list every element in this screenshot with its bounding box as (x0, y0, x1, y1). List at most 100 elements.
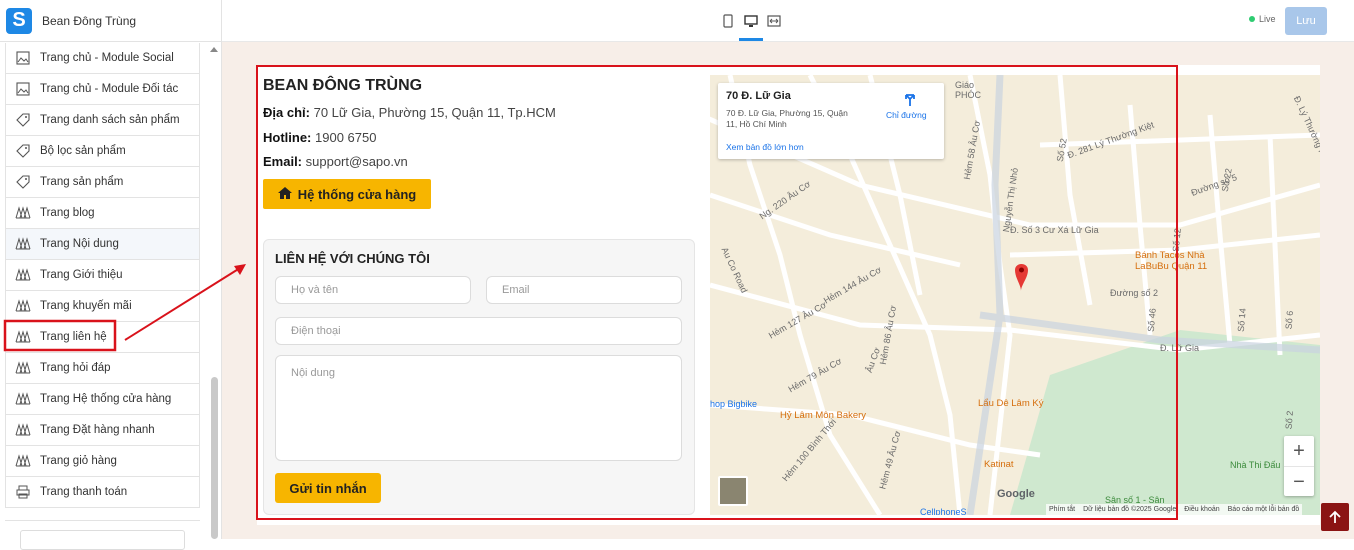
street-label: Đ. Lữ Gia (1160, 343, 1200, 353)
active-view-indicator (739, 38, 763, 41)
tag-icon (14, 112, 32, 128)
sapo-logo[interactable]: S (6, 7, 32, 34)
directions-link[interactable]: Chỉ đường (886, 110, 927, 120)
sidebar-item-label: Trang chủ - Module Social (40, 52, 174, 64)
poi-label: CellphoneS (920, 507, 967, 515)
poi-label: Nhà Thi Đấu (1230, 460, 1281, 470)
scroll-up-arrow[interactable] (210, 47, 218, 52)
sidebar-item-label: Trang thanh toán (40, 486, 128, 498)
poi-label: Giáo PHÓC (955, 80, 982, 100)
sidebar-item-label: Trang Hệ thống cửa hàng (40, 393, 172, 405)
store-system-label: Hệ thống cửa hàng (297, 186, 417, 202)
google-logo: Google (997, 488, 1035, 500)
email-input[interactable]: Email (486, 276, 682, 304)
sidebar-item[interactable]: Trang giỏ hàng (5, 446, 200, 477)
hotline-label: Hotline: (263, 130, 312, 145)
place-address: 70 Đ. Lữ Gia, Phường 15, Quận 11, Hồ Chí… (726, 108, 848, 129)
hotline-line: Hotline: 1900 6750 (263, 130, 376, 145)
fullwidth-view-icon[interactable] (766, 13, 782, 29)
store-system-button[interactable]: Hệ thống cửa hàng (263, 179, 431, 209)
street-label: Số 2 (1283, 410, 1296, 430)
tag-icon (14, 143, 32, 159)
sidebar-item-label: Trang chủ - Module Đối tác (40, 83, 179, 95)
sidebar-item[interactable]: Trang chủ - Module Social (5, 43, 200, 74)
mobile-view-icon[interactable] (720, 13, 736, 29)
page-icon (14, 236, 32, 252)
sidebar-item[interactable]: Trang khuyến mãi (5, 291, 200, 322)
sidebar: S Bean Đông Trùng Trang chủ - Module Soc… (0, 0, 222, 550)
sidebar-item[interactable]: Trang Đặt hàng nhanh (5, 415, 200, 446)
poi-label: hop Bigbike (710, 399, 758, 409)
sidebar-item-label: Trang sản phẩm (40, 176, 124, 188)
save-button[interactable]: Lưu (1285, 7, 1327, 35)
map-attribution: Phím tắt Dữ liệu bản đồ ©2025 Google Điề… (1046, 504, 1303, 515)
street-label: Đường số 2 (1110, 288, 1158, 298)
sidebar-item[interactable]: Trang danh sách sản phẩm (5, 105, 200, 136)
street-label: Đ. Số 3 Cư Xá Lữ Gia (1010, 225, 1099, 235)
poi-label: Bánh Tacos Nhà LaBuBu Quận 11 (1135, 250, 1208, 272)
sidebar-item[interactable]: Trang blog (5, 198, 200, 229)
poi-label: Hỷ Lâm Môn Bakery (780, 410, 867, 421)
page-icon (14, 360, 32, 376)
sidebar-item[interactable]: Trang Giới thiệu (5, 260, 200, 291)
street-label: Số 14 (1235, 307, 1248, 333)
sidebar-item-label: Trang danh sách sản phẩm (40, 114, 180, 126)
sidebar-item[interactable]: Bộ lọc sản phẩm (5, 136, 200, 167)
address-line: Địa chỉ: 70 Lữ Gia, Phường 15, Quận 11, … (263, 105, 556, 120)
map-data-text: Dữ liệu bản đồ ©2025 Google (1083, 506, 1177, 513)
tag-icon (14, 174, 32, 190)
sidebar-item-label: Trang Giới thiệu (40, 269, 123, 281)
page-icon (14, 267, 32, 283)
page-icon (14, 391, 32, 407)
poi-label: Katinat (984, 459, 1014, 470)
street-label: Số 12 (1170, 227, 1183, 253)
back-to-top-button[interactable] (1321, 503, 1349, 531)
send-message-button[interactable]: Gửi tin nhắn (275, 473, 381, 503)
page-icon (14, 453, 32, 469)
sidebar-item-label: Trang giỏ hàng (40, 455, 117, 467)
sidebar-item-label: Trang liên hệ (40, 331, 107, 343)
sidebar-item[interactable]: Trang chủ - Module Đối tác (5, 74, 200, 105)
zoom-in-button[interactable]: + (1284, 436, 1314, 466)
keyboard-shortcuts-link[interactable]: Phím tắt (1049, 506, 1075, 513)
live-dot-icon (1249, 16, 1255, 22)
report-error-link[interactable]: Báo cáo một lỗi bản đồ (1228, 506, 1300, 513)
shop-name: BEAN ĐÔNG TRÙNG (263, 77, 423, 94)
editor-topbar: Live Lưu (222, 0, 1354, 42)
page-icon (14, 205, 32, 221)
satellite-toggle[interactable] (718, 476, 748, 506)
content-textarea[interactable]: Nội dung (275, 355, 682, 461)
sidebar-scrollbar[interactable] (211, 377, 218, 539)
zoom-out-button[interactable]: − (1284, 467, 1314, 497)
hotline-value[interactable]: 1900 6750 (315, 130, 376, 145)
sidebar-item[interactable]: Trang Hệ thống cửa hàng (5, 384, 200, 415)
sidebar-item[interactable]: Trang Nội dung (5, 229, 200, 260)
poi-label: Lẩu Dê Lâm Ký (978, 398, 1044, 409)
sidebar-item[interactable]: Trang liên hệ (5, 322, 200, 353)
sidebar-item-label: Trang khuyến mãi (40, 300, 132, 312)
sidebar-item-label: Bộ lọc sản phẩm (40, 145, 126, 157)
sidebar-item-label: Trang hỏi đáp (40, 362, 111, 374)
page-icon (14, 298, 32, 314)
directions-icon[interactable] (902, 91, 918, 107)
desktop-view-icon[interactable] (743, 13, 759, 29)
sidebar-item-label: Trang Nội dung (40, 238, 119, 250)
printer-icon (14, 484, 32, 500)
form-title: LIÊN HỆ VỚI CHÚNG TÔI (275, 251, 430, 266)
sidebar-item[interactable]: Trang sản phẩm (5, 167, 200, 198)
email-label: Email: (263, 154, 303, 169)
terms-link[interactable]: Điều khoản (1184, 506, 1219, 513)
sidebar-divider (5, 520, 200, 521)
phone-input[interactable]: Điện thoại (275, 317, 682, 345)
sidebar-item[interactable]: Trang thanh toán (5, 477, 200, 508)
store-title: Bean Đông Trùng (42, 13, 137, 28)
live-label: Live (1259, 14, 1276, 24)
sidebar-item[interactable]: Trang hỏi đáp (5, 353, 200, 384)
name-input[interactable]: Họ và tên (275, 276, 471, 304)
page-icon (14, 329, 32, 345)
email-line: Email: support@sapo.vn (263, 154, 408, 169)
email-value[interactable]: support@sapo.vn (306, 154, 408, 169)
sidebar-bottom-button[interactable] (20, 530, 185, 550)
larger-map-link[interactable]: Xem bản đồ lớn hơn (726, 142, 804, 152)
image-icon (14, 50, 32, 66)
